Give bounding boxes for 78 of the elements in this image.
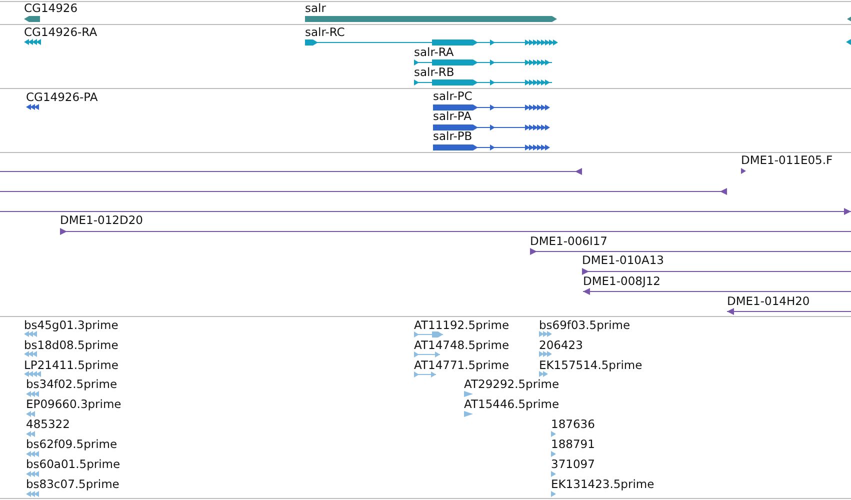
est-glyph[interactable] xyxy=(464,411,473,417)
feature-label: LP21411.5prime xyxy=(24,358,118,372)
clone-glyph[interactable] xyxy=(0,208,851,215)
feature-label: CG14926-PA xyxy=(26,90,98,104)
est-glyph[interactable] xyxy=(26,471,39,477)
feature-label: DME1-012D20 xyxy=(60,213,143,227)
feature-label: DME1-006I17 xyxy=(530,234,608,248)
est-glyph[interactable] xyxy=(539,351,552,357)
transcript-glyph[interactable] xyxy=(24,39,41,45)
est-glyph[interactable] xyxy=(26,391,39,397)
feature-label: AT14771.5prime xyxy=(414,358,510,372)
feature-label: DME1-014H20 xyxy=(727,294,810,308)
est-glyph[interactable] xyxy=(26,491,39,497)
clone-glyph[interactable] xyxy=(582,288,851,295)
feature-label: bs62f09.5prime xyxy=(26,437,118,451)
feature-label: salr-PA xyxy=(433,109,472,123)
est-glyph[interactable] xyxy=(24,351,37,357)
feature-label: DME1-008J12 xyxy=(583,274,660,288)
clone-glyph[interactable] xyxy=(726,308,851,315)
feature-label: salr-RB xyxy=(414,65,454,79)
transcript-glyph[interactable] xyxy=(414,80,552,86)
clone-glyph[interactable] xyxy=(530,248,851,255)
feature-label: 188791 xyxy=(551,437,595,451)
clone-glyph[interactable] xyxy=(60,228,851,235)
est-glyph[interactable] xyxy=(414,352,440,358)
est-glyph[interactable] xyxy=(26,451,39,457)
gene-glyph[interactable] xyxy=(24,16,40,22)
feature-label: AT11192.5prime xyxy=(414,318,510,332)
est-glyph[interactable] xyxy=(26,411,35,417)
est-glyph[interactable] xyxy=(24,331,37,337)
protein-glyph[interactable] xyxy=(432,104,550,110)
est-glyph[interactable] xyxy=(26,431,35,437)
feature-label: EK131423.5prime xyxy=(551,477,654,491)
transcript-glyph[interactable] xyxy=(414,60,552,66)
est-glyph[interactable] xyxy=(414,372,436,378)
est-glyph[interactable] xyxy=(551,471,556,477)
feature-label: salr-PB xyxy=(433,129,472,143)
feature-label: bs45g01.3prime xyxy=(24,318,118,332)
est-glyph[interactable] xyxy=(414,332,444,338)
transcript-glyph[interactable] xyxy=(846,39,851,45)
feature-label: EK157514.5prime xyxy=(539,358,642,372)
est-glyph[interactable] xyxy=(539,371,548,377)
est-glyph[interactable] xyxy=(551,491,556,497)
feature-label: CG14926-RA xyxy=(24,25,98,39)
feature-label: salr-RC xyxy=(305,25,345,39)
feature-label: DME1-011E05.F xyxy=(741,153,833,167)
feature-label: 485322 xyxy=(26,417,70,431)
feature-label: AT29292.5prime xyxy=(464,377,560,391)
feature-label: salr-RA xyxy=(414,45,454,59)
protein-glyph[interactable] xyxy=(432,144,550,150)
est-glyph[interactable] xyxy=(539,331,552,337)
feature-label: 206423 xyxy=(539,338,583,352)
clone-glyph[interactable] xyxy=(741,168,746,174)
feature-label: AT15446.5prime xyxy=(464,397,560,411)
feature-label: bs60a01.5prime xyxy=(26,457,120,471)
feature-label: salr-PC xyxy=(433,89,472,103)
est-glyph[interactable] xyxy=(464,391,473,397)
feature-label: EP09660.3prime xyxy=(26,397,122,411)
feature-label: bs83c07.5prime xyxy=(26,477,120,491)
clone-glyph[interactable] xyxy=(0,188,728,195)
feature-label: 371097 xyxy=(551,457,595,471)
feature-label: bs69f03.5prime xyxy=(539,318,630,332)
feature-label: AT14748.5prime xyxy=(414,338,510,352)
clone-glyph[interactable] xyxy=(0,168,582,175)
feature-label: CG14926 xyxy=(24,2,78,15)
clone-glyph[interactable] xyxy=(582,268,851,275)
feature-label: bs18d08.5prime xyxy=(24,338,118,352)
protein-glyph[interactable] xyxy=(432,124,550,130)
transcript-glyph[interactable] xyxy=(304,40,558,46)
est-glyph[interactable] xyxy=(551,451,556,457)
feature-label: 187636 xyxy=(551,417,595,431)
est-glyph[interactable] xyxy=(24,371,41,377)
feature-label: bs34f02.5prime xyxy=(26,377,118,391)
est-glyph[interactable] xyxy=(551,431,556,437)
feature-label: salr xyxy=(305,2,326,15)
protein-glyph[interactable] xyxy=(26,104,39,110)
feature-label: DME1-010A13 xyxy=(582,253,664,267)
gene-glyph[interactable] xyxy=(847,16,851,22)
